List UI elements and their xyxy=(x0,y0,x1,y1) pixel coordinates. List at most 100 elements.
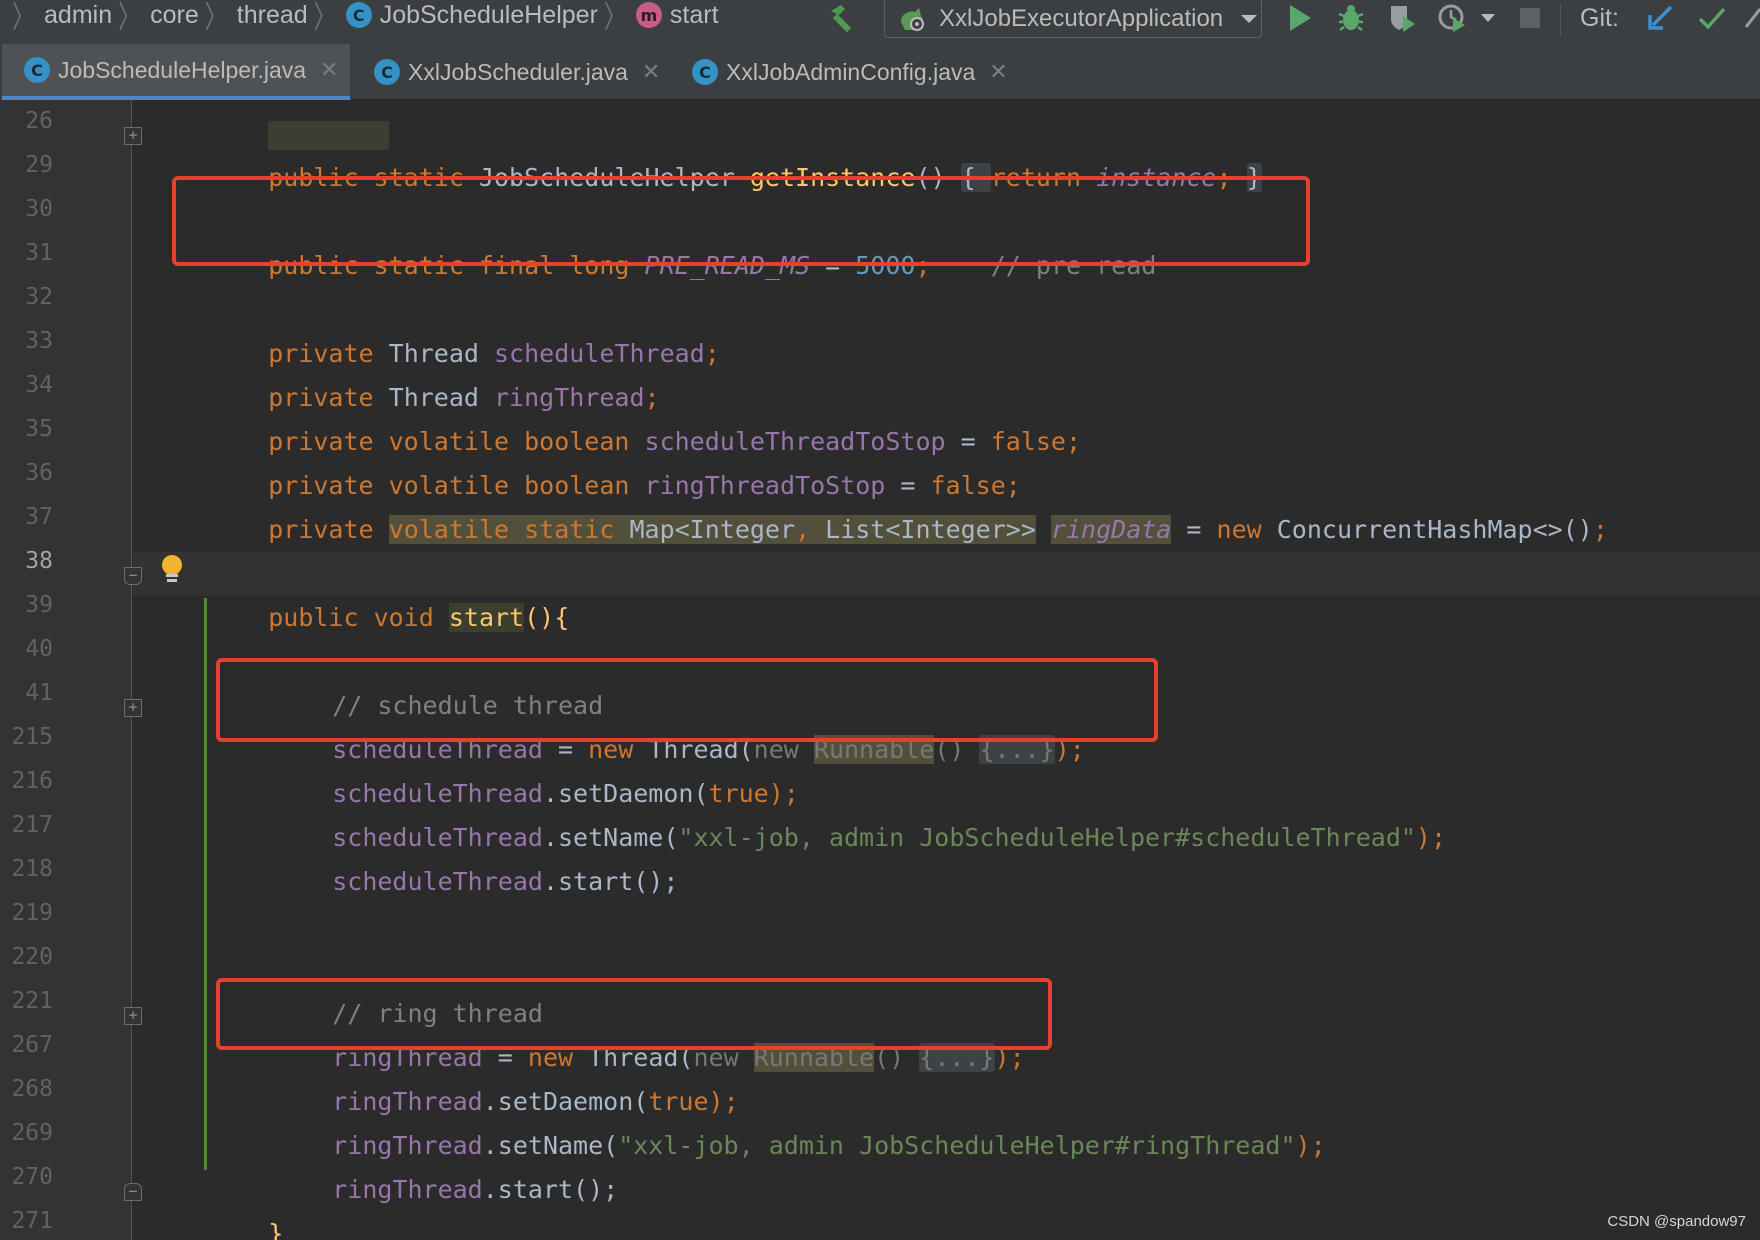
code-line-36: private volatile static Map<Integer, Lis… xyxy=(208,464,1608,544)
breadcrumb-label: JobScheduleHelper xyxy=(379,0,598,29)
code-line-216: scheduleThread.setName("xxl-job, admin J… xyxy=(272,772,1446,852)
code-token: "xxl-job, admin JobScheduleHelper#ringTh… xyxy=(618,1131,1296,1160)
chevron-right-icon: 〉 xyxy=(204,0,227,35)
line-number: 29 xyxy=(25,152,53,178)
breadcrumb-label: thread xyxy=(236,0,308,29)
run-config-label: XxlJobExecutorApplication xyxy=(939,4,1224,32)
profile-button[interactable] xyxy=(1434,0,1472,36)
editor-tab-bar: C JobScheduleHelper.java ✕ C XxlJobSched… xyxy=(0,44,1760,100)
line-number: 31 xyxy=(25,240,53,266)
code-line-38: public void start(){ xyxy=(208,552,569,632)
dropdown-icon xyxy=(1481,14,1495,22)
profile-icon xyxy=(1438,4,1465,32)
build-button[interactable] xyxy=(822,0,862,36)
code-token: new xyxy=(1216,515,1277,544)
dropdown-icon xyxy=(1241,14,1258,23)
code-token: List<Integer>> xyxy=(825,515,1036,544)
code-line-268: ringThread.setName("xxl-job, admin JobSc… xyxy=(272,1080,1325,1160)
code-line-269: ringThread.start(); xyxy=(272,1124,618,1204)
current-line-number: 38 xyxy=(25,548,53,574)
run-button[interactable] xyxy=(1282,0,1318,36)
breadcrumb-item-class[interactable]: C JobScheduleHelper 〉 xyxy=(345,0,636,35)
code-token: , xyxy=(795,515,826,544)
line-number: 217 xyxy=(11,812,53,838)
coverage-button[interactable] xyxy=(1384,0,1422,36)
code-line-32: private Thread scheduleThread; xyxy=(208,288,720,368)
code-token: ); xyxy=(1295,1131,1326,1160)
watermark: CSDN @spandow97 xyxy=(1607,1213,1746,1230)
git-commit-button[interactable] xyxy=(1692,0,1732,36)
line-number: 221 xyxy=(11,988,53,1014)
breadcrumb-item-method[interactable]: m start xyxy=(635,0,719,30)
breadcrumb-label: start xyxy=(669,0,719,29)
line-number: 40 xyxy=(25,636,53,662)
tab-label: XxlJobScheduler.java xyxy=(408,58,628,85)
line-number: 270 xyxy=(11,1164,53,1190)
code-token: private xyxy=(268,515,389,544)
line-number: 33 xyxy=(25,328,53,354)
stop-icon xyxy=(1520,8,1540,28)
breadcrumb-item-core[interactable]: core 〉 xyxy=(150,0,237,35)
annotation-box-pre-read xyxy=(172,176,1310,266)
scope-indicator xyxy=(204,598,207,1170)
close-icon[interactable]: ✕ xyxy=(989,59,1007,85)
line-number-gutter: 26 29 30 31 32 33 34 35 36 37 38 39 40 4… xyxy=(0,100,132,1240)
code-line-33: private Thread ringThread; xyxy=(208,332,659,412)
breadcrumb-item-admin[interactable]: admin 〉 xyxy=(44,0,150,35)
method-icon: m xyxy=(635,2,662,28)
coverage-icon xyxy=(1391,6,1415,32)
line-number: 215 xyxy=(11,724,53,750)
toolbar-divider xyxy=(1560,4,1561,36)
code-token: .start(); xyxy=(542,867,679,896)
line-number: 39 xyxy=(25,592,53,618)
breadcrumb-item-leading[interactable]: 〉 xyxy=(6,0,44,35)
line-number: 41 xyxy=(25,680,53,706)
code-editor[interactable]: 26 29 30 31 32 33 34 35 36 37 38 39 40 4… xyxy=(0,100,1760,1240)
fold-icon[interactable]: + xyxy=(124,127,142,145)
fold-icon[interactable]: + xyxy=(124,1007,142,1025)
hammer-icon xyxy=(831,5,852,33)
code-token: = xyxy=(1171,515,1217,544)
line-number: 36 xyxy=(25,460,53,486)
code-token: .start(); xyxy=(482,1175,619,1204)
line-number: 218 xyxy=(11,856,53,882)
breadcrumb-item-thread[interactable]: thread 〉 xyxy=(236,0,346,35)
run-config-icon xyxy=(901,7,924,31)
tab-xxljobadminconfig[interactable]: C XxlJobAdminConfig.java ✕ xyxy=(670,44,1020,100)
line-number: 32 xyxy=(25,284,53,310)
git-history-button[interactable] xyxy=(1744,0,1760,36)
code-token: ; xyxy=(1592,515,1608,544)
bulb-icon[interactable] xyxy=(160,554,184,586)
line-number: 26 xyxy=(25,108,53,134)
annotation-box-ring-thread xyxy=(216,978,1052,1050)
git-history-icon xyxy=(1744,8,1760,28)
tab-jobschedulehelper[interactable]: C JobScheduleHelper.java ✕ xyxy=(2,44,350,100)
more-run-options-button[interactable] xyxy=(1476,0,1500,36)
code-token: ringData xyxy=(1050,515,1172,544)
fold-icon[interactable]: − xyxy=(124,1183,142,1201)
git-update-button[interactable] xyxy=(1640,0,1680,36)
fold-icon[interactable]: − xyxy=(124,567,142,585)
code-token: } xyxy=(268,1219,284,1240)
code-token: Map<Integer xyxy=(629,515,796,544)
code-line-217: scheduleThread.start(); xyxy=(272,816,678,896)
close-icon[interactable]: ✕ xyxy=(320,57,338,83)
code-token: public void xyxy=(268,603,449,632)
class-icon: C xyxy=(692,59,718,85)
close-icon[interactable]: ✕ xyxy=(642,59,660,85)
code-token: scheduleThread xyxy=(332,867,543,896)
git-label: Git: xyxy=(1580,4,1619,32)
tab-xxljobscheduler[interactable]: C XxlJobScheduler.java ✕ xyxy=(352,44,670,100)
debug-icon xyxy=(1338,5,1364,31)
debug-button[interactable] xyxy=(1332,0,1370,36)
run-configuration-select[interactable]: XxlJobExecutorApplication xyxy=(884,0,1262,38)
breadcrumb: 〉 admin 〉 core 〉 thread 〉 C JobScheduleH… xyxy=(6,0,719,35)
code-line-270: } xyxy=(208,1168,283,1240)
chevron-right-icon: 〉 xyxy=(12,0,35,35)
code-line-35: private volatile boolean ringThreadToSto… xyxy=(208,420,1021,500)
fold-icon[interactable]: + xyxy=(124,699,142,717)
line-number: 268 xyxy=(11,1076,53,1102)
code-token: (){ xyxy=(524,603,570,632)
stop-button[interactable] xyxy=(1512,0,1548,36)
